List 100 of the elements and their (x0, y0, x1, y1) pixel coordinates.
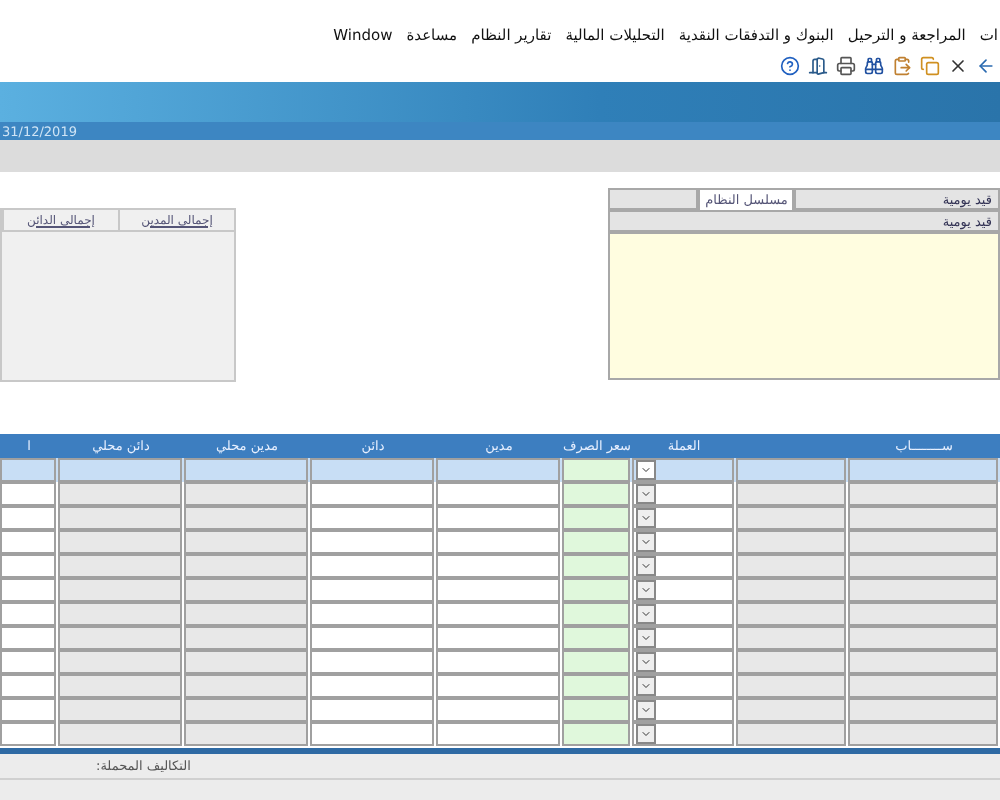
table-cell[interactable] (436, 530, 560, 554)
rate-cell[interactable] (562, 554, 630, 578)
dropdown-button[interactable] (636, 628, 656, 648)
table-cell (184, 698, 308, 722)
table-cell[interactable] (632, 458, 734, 482)
dropdown-button[interactable] (636, 508, 656, 528)
table-cell[interactable] (436, 506, 560, 530)
table-cell[interactable] (632, 530, 734, 554)
table-cell[interactable] (632, 626, 734, 650)
table-cell[interactable] (632, 554, 734, 578)
arrow-left-icon[interactable] (976, 56, 996, 76)
dropdown-button[interactable] (636, 604, 656, 624)
dropdown-button[interactable] (636, 580, 656, 600)
help-icon[interactable] (780, 56, 800, 76)
rate-cell[interactable] (562, 698, 630, 722)
table-cell[interactable] (0, 698, 56, 722)
table-cell[interactable] (0, 578, 56, 602)
table-cell[interactable] (310, 650, 434, 674)
clipboard-icon[interactable] (892, 56, 912, 76)
table-cell[interactable] (310, 698, 434, 722)
dropdown-button[interactable] (636, 724, 656, 744)
printer-icon[interactable] (836, 56, 856, 76)
table-cell[interactable] (632, 482, 734, 506)
copy-icon[interactable] (920, 56, 940, 76)
table-cell[interactable] (436, 482, 560, 506)
table-cell[interactable] (436, 578, 560, 602)
binoculars-icon[interactable] (864, 56, 884, 76)
rate-cell[interactable] (562, 482, 630, 506)
table-cell[interactable] (310, 722, 434, 746)
serial-field[interactable] (608, 188, 699, 210)
table-cell[interactable] (436, 674, 560, 698)
table-cell[interactable] (632, 602, 734, 626)
table-cell[interactable] (632, 722, 734, 746)
dropdown-button[interactable] (636, 532, 656, 552)
table-cell[interactable] (310, 578, 434, 602)
table-cell[interactable] (436, 458, 560, 482)
table-cell (58, 554, 182, 578)
table-cell[interactable] (310, 602, 434, 626)
table-cell (184, 530, 308, 554)
table-cell[interactable] (0, 458, 56, 482)
table-cell[interactable] (0, 626, 56, 650)
table-cell (58, 602, 182, 626)
table-cell[interactable] (436, 602, 560, 626)
table-cell (58, 530, 182, 554)
rate-cell[interactable] (562, 602, 630, 626)
table-cell (736, 578, 846, 602)
rate-cell[interactable] (562, 650, 630, 674)
table-cell[interactable] (310, 674, 434, 698)
table-cell[interactable] (310, 626, 434, 650)
table-cell (184, 482, 308, 506)
table-cell[interactable] (0, 650, 56, 674)
table-cell[interactable] (310, 482, 434, 506)
table-cell[interactable] (436, 698, 560, 722)
table-cell (184, 554, 308, 578)
dropdown-button[interactable] (636, 556, 656, 576)
dropdown-button[interactable] (636, 484, 656, 504)
table-cell[interactable] (632, 506, 734, 530)
table-cell[interactable] (310, 530, 434, 554)
table-cell[interactable] (632, 578, 734, 602)
table-cell[interactable] (310, 506, 434, 530)
table-cell[interactable] (0, 722, 56, 746)
table-cell (58, 722, 182, 746)
table-cell[interactable] (632, 698, 734, 722)
rate-cell[interactable] (562, 674, 630, 698)
rate-cell[interactable] (562, 506, 630, 530)
table-cell[interactable] (436, 722, 560, 746)
table-cell (58, 482, 182, 506)
notes-area[interactable] (608, 232, 1000, 380)
table-cell[interactable] (0, 530, 56, 554)
table-cell[interactable] (632, 650, 734, 674)
rate-cell[interactable] (562, 626, 630, 650)
dropdown-button[interactable] (636, 700, 656, 720)
table-cell (58, 626, 182, 650)
rate-cell[interactable] (562, 530, 630, 554)
table-cell[interactable] (632, 674, 734, 698)
table-cell (736, 722, 846, 746)
dropdown-button[interactable] (636, 676, 656, 696)
rate-cell[interactable] (562, 458, 630, 482)
table-cell[interactable] (0, 674, 56, 698)
table-cell (58, 674, 182, 698)
table-cell[interactable] (0, 506, 56, 530)
table-cell (184, 626, 308, 650)
rate-cell[interactable] (562, 578, 630, 602)
table-cell[interactable] (0, 482, 56, 506)
table-cell (736, 482, 846, 506)
table-cell[interactable] (310, 458, 434, 482)
table-cell (184, 578, 308, 602)
door-icon[interactable] (808, 56, 828, 76)
table-cell[interactable] (436, 626, 560, 650)
rate-cell[interactable] (562, 722, 630, 746)
table-cell[interactable] (0, 554, 56, 578)
table-cell (736, 698, 846, 722)
table-cell[interactable] (0, 602, 56, 626)
table-cell (736, 506, 846, 530)
table-cell[interactable] (436, 554, 560, 578)
close-icon[interactable] (948, 56, 968, 76)
dropdown-button[interactable] (636, 652, 656, 672)
table-cell[interactable] (436, 650, 560, 674)
table-cell[interactable] (310, 554, 434, 578)
dropdown-button[interactable] (636, 460, 656, 480)
